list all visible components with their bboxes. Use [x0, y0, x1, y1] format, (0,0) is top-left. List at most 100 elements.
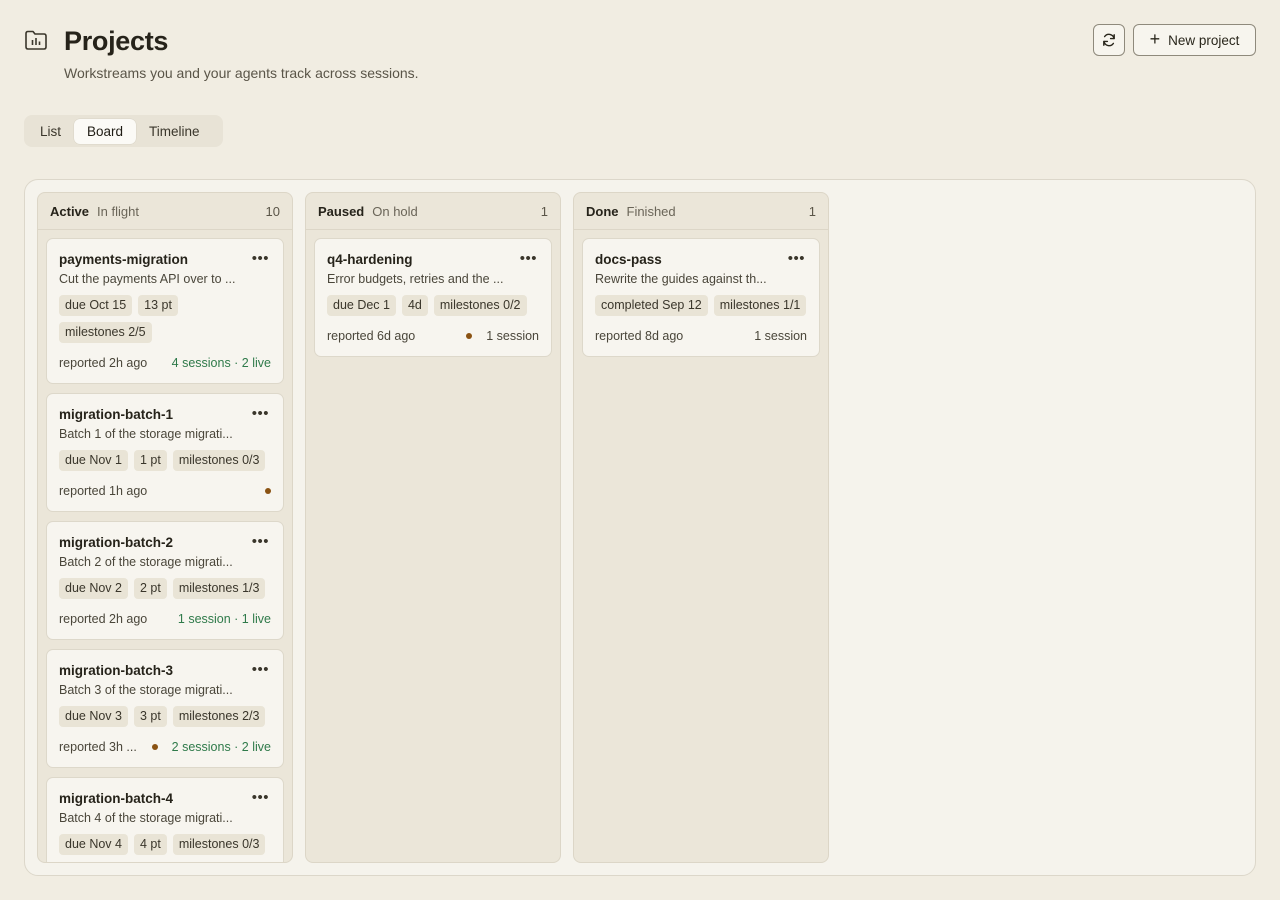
points-chip: 1 pt	[133, 450, 167, 471]
project-card[interactable]: payments-migration ••• Cut the payments …	[46, 238, 284, 384]
card-name: docs-pass	[595, 252, 662, 267]
column-done: Done Finished 1 docs-pass ••• Rewrite th…	[573, 192, 829, 863]
more-icon[interactable]: •••	[252, 790, 269, 805]
card-footer: reported 1h ago	[59, 483, 271, 499]
tab-board[interactable]: Board	[74, 118, 137, 144]
column-subtitle: On hold	[372, 203, 418, 219]
completed-chip: completed Sep 12	[595, 295, 708, 316]
reported-time: reported 6d ago	[327, 329, 416, 343]
sessions-link[interactable]: 1 session · 1 live	[178, 612, 271, 626]
sessions-link[interactable]: 1 session	[486, 329, 539, 343]
column-body: payments-migration ••• Cut the payments …	[38, 230, 292, 862]
project-card[interactable]: migration-batch-1 ••• Batch 1 of the sto…	[46, 393, 284, 512]
more-icon[interactable]: •••	[252, 662, 269, 677]
column-subtitle: Finished	[626, 203, 676, 219]
reported-time: reported 2h ago	[59, 356, 148, 370]
kanban-board: Active In flight 10 payments-migration •…	[24, 179, 1256, 876]
due-chip: due Oct 15	[59, 295, 133, 316]
due-chip: due Nov 1	[59, 450, 128, 471]
column-header: Paused On hold 1	[306, 193, 560, 230]
points-chip: 2 pt	[133, 578, 167, 599]
more-icon[interactable]: •••	[252, 251, 269, 266]
project-card[interactable]: migration-batch-3 ••• Batch 3 of the sto…	[46, 649, 284, 768]
more-icon[interactable]: •••	[788, 251, 805, 266]
card-name: migration-batch-2	[59, 535, 174, 550]
project-card[interactable]: docs-pass ••• Rewrite the guides against…	[582, 238, 820, 357]
refresh-button[interactable]	[1093, 24, 1125, 56]
card-chips: due Nov 2 2 pt milestones 1/3	[59, 578, 275, 599]
card-footer: reported 3h ... 2 sessions · 2 live	[59, 739, 271, 755]
duration-chip: 4d	[401, 295, 428, 316]
reported-time: reported 2h ago	[59, 612, 148, 626]
due-chip: due Nov 4	[59, 834, 128, 855]
column-count: 10	[265, 203, 280, 219]
card-name: migration-batch-4	[59, 791, 174, 806]
due-chip: due Nov 3	[59, 706, 128, 727]
card-description: Error budgets, retries and the ...	[327, 272, 504, 286]
card-description: Batch 1 of the storage migrati...	[59, 427, 233, 441]
tab-list[interactable]: List	[27, 119, 74, 144]
sessions-link[interactable]: 2 sessions · 2 live	[172, 740, 271, 754]
column-body: docs-pass ••• Rewrite the guides against…	[574, 230, 828, 374]
page-title: Projects	[64, 26, 169, 56]
page-subtitle: Workstreams you and your agents track ac…	[64, 65, 419, 81]
column-header: Done Finished 1	[574, 193, 828, 230]
column-header: Active In flight 10	[38, 193, 292, 230]
column-count: 1	[540, 203, 548, 219]
plus-icon: +	[1149, 29, 1161, 49]
project-card[interactable]: q4-hardening ••• Error budgets, retries …	[314, 238, 552, 357]
column-title: Done	[586, 203, 619, 219]
reported-time: reported 1h ago	[59, 484, 148, 498]
reported-time: reported 8d ago	[595, 329, 684, 343]
card-footer: reported 6d ago 1 session	[327, 328, 539, 344]
card-chips: due Dec 1 4d milestones 0/2	[327, 295, 543, 316]
reported-time: reported 3h ...	[59, 740, 137, 754]
milestones-chip: milestones 0/3	[172, 450, 266, 471]
card-footer: reported 2h ago 1 session · 1 live	[59, 611, 271, 627]
sessions-link[interactable]: 4 sessions · 2 live	[172, 356, 271, 370]
page-header: Projects Workstreams you and your agents…	[24, 24, 1256, 86]
card-name: migration-batch-3	[59, 663, 174, 678]
sessions-link[interactable]: 1 session	[754, 329, 807, 343]
card-description: Batch 3 of the storage migrati...	[59, 683, 233, 697]
milestones-chip: milestones 0/3	[172, 834, 266, 855]
column-count: 1	[808, 203, 816, 219]
card-chips: due Nov 3 3 pt milestones 2/3	[59, 706, 275, 727]
card-description: Batch 2 of the storage migrati...	[59, 555, 233, 569]
view-switcher: List Board Timeline	[24, 115, 223, 147]
milestones-chip: milestones 1/1	[713, 295, 807, 316]
refresh-icon	[1103, 33, 1115, 47]
project-card[interactable]: migration-batch-4 ••• Batch 4 of the sto…	[46, 777, 284, 862]
points-chip: 13 pt	[138, 295, 178, 316]
milestones-chip: milestones 2/5	[59, 322, 152, 343]
more-icon[interactable]: •••	[252, 406, 269, 421]
card-description: Cut the payments API over to ...	[59, 272, 236, 286]
new-project-label: New project	[1168, 32, 1240, 48]
milestones-chip: milestones 2/3	[172, 706, 266, 727]
project-card[interactable]: migration-batch-2 ••• Batch 2 of the sto…	[46, 521, 284, 640]
card-footer: reported 2h ago 4 sessions · 2 live	[59, 355, 271, 371]
new-project-button[interactable]: + New project	[1133, 24, 1256, 56]
column-subtitle: In flight	[97, 203, 139, 219]
card-description: Batch 4 of the storage migrati...	[59, 811, 233, 825]
card-name: payments-migration	[59, 252, 189, 267]
status-dot-icon	[151, 744, 158, 750]
folder-chart-icon	[25, 30, 47, 50]
column-title: Paused	[318, 203, 365, 219]
column-title: Active	[50, 203, 90, 219]
more-icon[interactable]: •••	[252, 534, 269, 549]
status-dot-icon	[265, 488, 271, 494]
card-chips: completed Sep 12 milestones 1/1	[595, 295, 811, 316]
milestones-chip: milestones 0/2	[433, 295, 527, 316]
card-name: migration-batch-1	[59, 407, 174, 422]
due-chip: due Nov 2	[59, 578, 128, 599]
milestones-chip: milestones 1/3	[172, 578, 266, 599]
tab-timeline[interactable]: Timeline	[136, 119, 213, 144]
card-chips: due Nov 1 1 pt milestones 0/3	[59, 450, 275, 471]
column-paused: Paused On hold 1 q4-hardening ••• Error …	[305, 192, 561, 863]
card-footer: reported 8d ago 1 session	[595, 328, 807, 344]
card-chips: due Oct 15 13 pt milestones 2/5	[59, 295, 275, 343]
more-icon[interactable]: •••	[520, 251, 537, 266]
status-dot-icon	[466, 333, 473, 339]
card-description: Rewrite the guides against th...	[595, 272, 767, 286]
